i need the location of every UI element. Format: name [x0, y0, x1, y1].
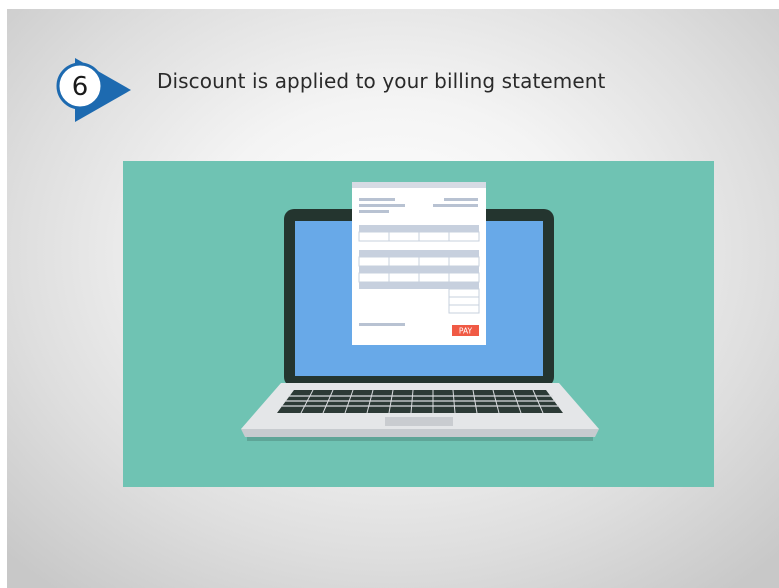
pay-button-label: PAY [459, 327, 473, 336]
slide: 6 Discount is applied to your billing st… [7, 9, 779, 588]
step-number: 6 [71, 72, 89, 102]
step-title: Discount is applied to your billing stat… [157, 69, 606, 93]
invoice-document-icon: PAY [352, 182, 486, 345]
laptop-icon: PAY [241, 182, 599, 441]
laptop-invoice-illustration: PAY [123, 161, 714, 487]
